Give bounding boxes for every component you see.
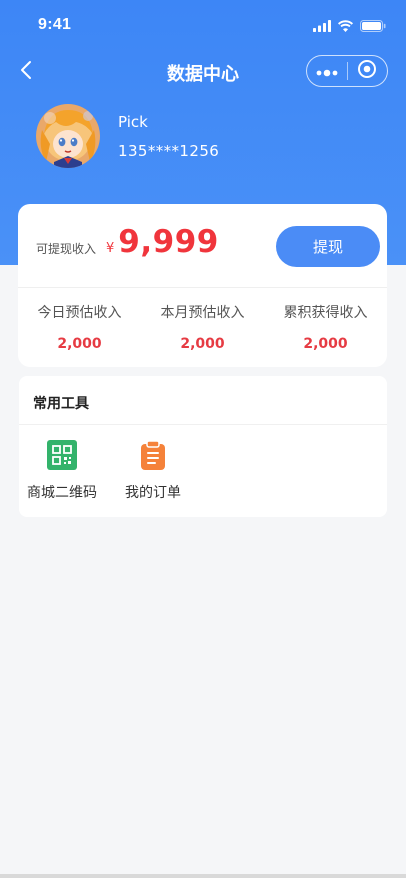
currency-symbol: ¥ <box>106 241 115 256</box>
withdrawable-amount: ¥ 9,999 <box>106 224 219 260</box>
stat-label: 今日预估收入 <box>37 305 122 321</box>
income-card: 可提现收入 ¥ 9,999 提现 今日预估收入 2,000 本月预估收入 2,0… <box>18 204 387 367</box>
status-icons <box>313 17 386 36</box>
stat-label: 本月预估收入 <box>160 305 245 321</box>
mini-program-capsule <box>306 55 388 87</box>
screen: 9:41 数据中心 Pick 135****1256 可提现收入 ¥ 9,999… <box>0 0 406 878</box>
amount-value: 9,999 <box>118 224 219 260</box>
stat-value: 2,000 <box>303 336 348 352</box>
user-avatar-illustration <box>36 104 100 168</box>
record-target-icon <box>357 59 377 83</box>
stat-value: 2,000 <box>57 336 102 352</box>
status-bar: 9:41 <box>0 0 406 48</box>
close-program-button[interactable] <box>348 56 388 86</box>
stat-total: 累积获得收入 2,000 <box>264 287 387 367</box>
tools-title: 常用工具 <box>33 396 89 412</box>
more-dots-icon <box>316 62 338 81</box>
tool-my-orders[interactable]: 我的订单 <box>110 440 196 502</box>
clipboard-icon <box>138 440 168 470</box>
bottom-edge <box>0 874 406 878</box>
tool-label: 商城二维码 <box>27 485 97 501</box>
stat-month: 本月预估收入 2,000 <box>141 287 264 367</box>
stat-today: 今日预估收入 2,000 <box>18 287 141 367</box>
income-stats: 今日预估收入 2,000 本月预估收入 2,000 累积获得收入 2,000 <box>18 287 387 367</box>
qr-code-icon <box>47 440 77 470</box>
withdraw-button[interactable]: 提现 <box>276 226 380 267</box>
stat-value: 2,000 <box>180 336 225 352</box>
withdrawable-income-label: 可提现收入 <box>36 242 97 256</box>
status-time: 9:41 <box>38 16 72 33</box>
tool-mall-qr-code[interactable]: 商城二维码 <box>19 440 105 502</box>
tools-card: 常用工具 商城二维码 我的订单 <box>19 376 387 517</box>
avatar[interactable] <box>36 104 100 168</box>
stat-label: 累积获得收入 <box>283 305 368 321</box>
tool-label: 我的订单 <box>125 485 181 501</box>
phone-number: 135****1256 <box>118 142 220 160</box>
wifi-icon <box>337 17 354 36</box>
nav-bar: 数据中心 <box>0 48 406 96</box>
signal-icon <box>313 17 331 36</box>
battery-icon <box>360 17 386 36</box>
more-button[interactable] <box>307 56 347 86</box>
tools-divider <box>19 424 387 425</box>
username: Pick <box>118 113 148 131</box>
